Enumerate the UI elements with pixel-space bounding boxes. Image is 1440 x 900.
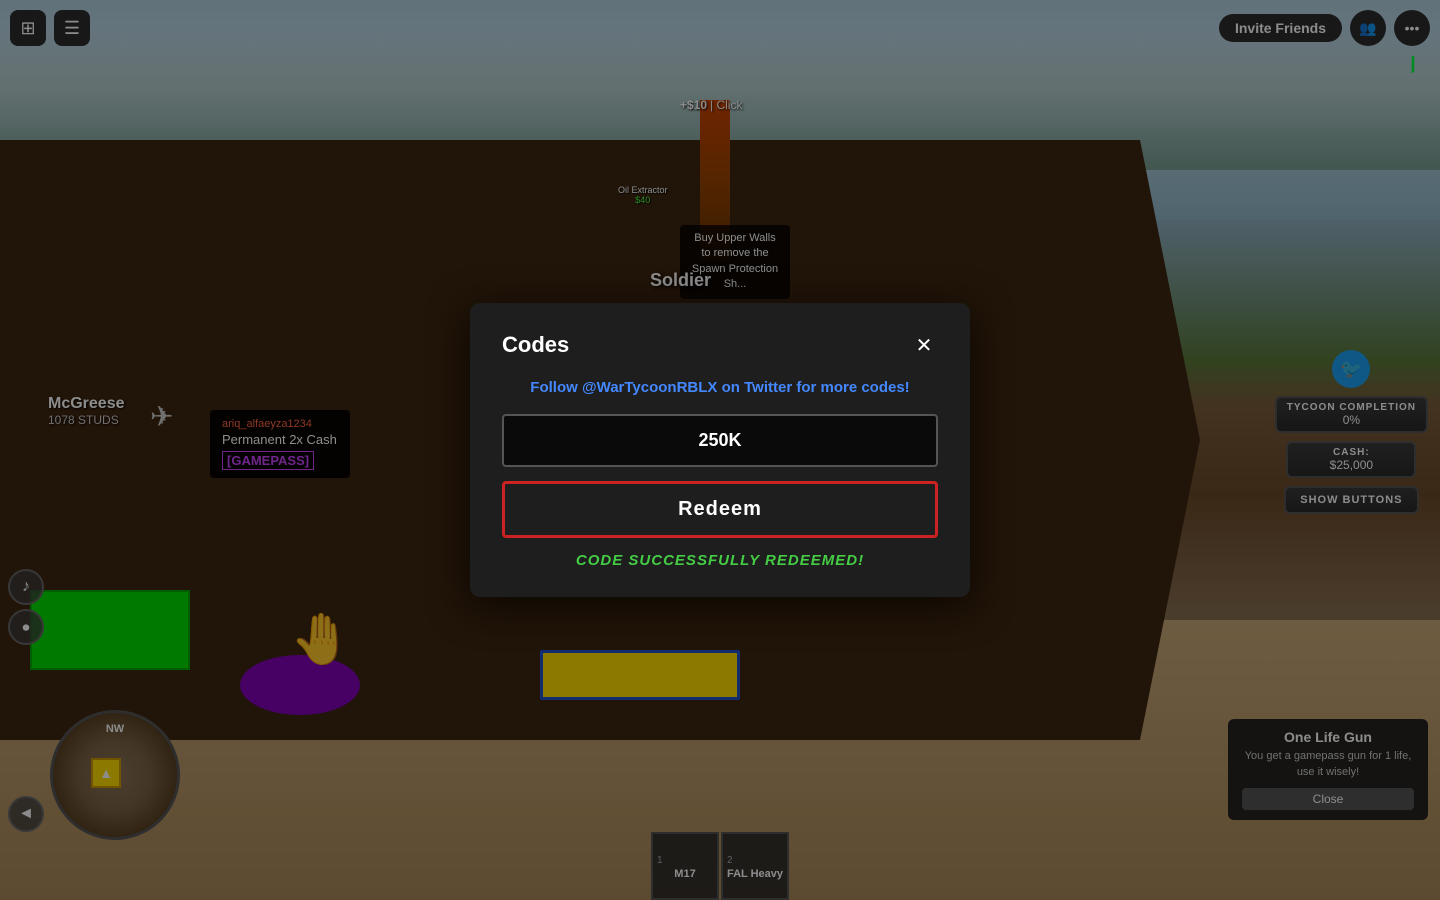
codes-modal: Codes ✕ Follow @WarTycoonRBLX on Twitter… (470, 303, 970, 597)
success-text: CODE SUCCESSFULLY REDEEMED! (502, 552, 938, 569)
twitter-handle: @WarTycoonRBLX (582, 379, 717, 396)
modal-overlay: Codes ✕ Follow @WarTycoonRBLX on Twitter… (0, 0, 1440, 900)
codes-modal-title: Codes (502, 332, 569, 358)
codes-modal-header: Codes ✕ (502, 331, 938, 359)
codes-input[interactable] (502, 414, 938, 467)
redeem-button[interactable]: Redeem (502, 481, 938, 538)
codes-modal-close-button[interactable]: ✕ (910, 331, 938, 359)
codes-modal-subtitle: Follow @WarTycoonRBLX on Twitter for mor… (502, 379, 938, 396)
